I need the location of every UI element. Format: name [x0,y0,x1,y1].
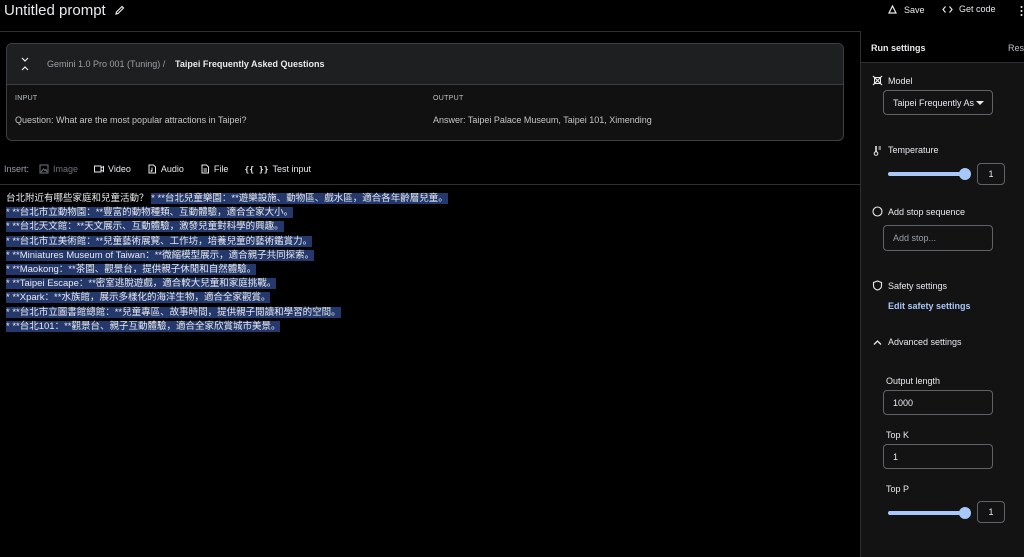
insert-audio-label: Audio [160,164,184,174]
temperature-input[interactable]: 1 [977,163,1005,185]
prompt-title[interactable]: Untitled prompt [4,2,106,19]
prompt-line: * **台北101：**觀景台、親子互動體驗，適合全家欣賞城市美景。 [6,320,448,334]
model-label: Model [888,76,913,86]
prompt-response-line: * **台北市立圖書館總館：**兒童專區、故事時間，提供親子閱讀和學習的空間。 [6,306,341,318]
top-k-input[interactable]: 1 [883,444,993,469]
video-icon [94,165,105,173]
prompt-response-line: * **Miniatures Museum of Taiwan：**微縮模型展示… [6,249,315,261]
output-cell[interactable]: Answer: Taipei Palace Museum, Taipei 101… [433,115,652,125]
prompt-response-line: * **台北101：**觀景台、親子互動體驗，適合全家欣賞城市美景。 [6,320,281,332]
prompt-response-line: * **台北市立美術館：**兒童藝術展覽、工作坊，培養兒童的藝術鑑賞力。 [6,235,313,247]
insert-file-label: File [213,164,229,174]
prompt-response-line: * **Taipei Escape：**密室逃脫遊戲，適合較大兒童和家庭挑戰。 [6,278,277,290]
prompt-response-line: * **Maokong：**茶園、觀景台，提供親子休閒和自然體驗。 [6,263,257,275]
get-code-label: Get code [959,4,996,14]
chevron-up-icon[interactable] [872,337,883,348]
output-length-input[interactable]: 1000 [883,390,993,415]
model-icon [872,75,883,86]
image-icon [39,164,49,174]
reset-tab[interactable]: Res [1008,43,1024,53]
temperature-label: Temperature [888,145,939,155]
chevron-down-icon [976,101,984,105]
insert-image-label: Image [53,164,79,174]
safety-settings-label: Safety settings [888,281,948,291]
save-icon [888,4,897,14]
temperature-slider-thumb[interactable] [959,168,971,180]
prompt-line: * **台北市立美術館：**兒童藝術展覽、工作坊，培養兒童的藝術鑑賞力。 [6,235,448,249]
stop-circle-icon [872,206,883,217]
top-p-slider-track[interactable] [888,511,966,515]
temperature-slider-track[interactable] [888,172,966,176]
more-vert-icon[interactable] [1019,4,1024,18]
prompt-line: * **Xpark：**水族館，展示多樣化的海洋生物，適合全家觀賞。 [6,291,448,305]
get-code-button[interactable]: Get code [942,4,996,14]
stop-sequence-input[interactable]: Add stop... [883,225,993,251]
insert-image-button[interactable]: Image [39,164,78,174]
edit-safety-settings-link[interactable]: Edit safety settings [888,301,971,311]
run-settings-title: Run settings [871,43,926,53]
insert-video-button[interactable]: Video [94,164,131,174]
model-select-value: Taipei Frequently As [893,97,975,108]
prompt-line: * **台北市立圖書館總館：**兒童專區、故事時間，提供親子閱讀和學習的空間。 [6,306,448,320]
test-input-label: Test input [272,164,312,174]
prompt-line: 台北附近有哪些家庭和兒童活動？ * **台北兒童樂園：**遊樂設施、動物區、戲水… [6,192,448,206]
prompt-question: 台北附近有哪些家庭和兒童活動？ [6,193,149,204]
stop-sequence-label: Add stop sequence [888,207,966,217]
braces-icon: {{ }} [244,164,269,174]
input-cell[interactable]: Question: What are the most popular attr… [15,115,246,125]
output-column-label: OUTPUT [433,95,464,102]
prompt-line: * **Maokong：**茶園、觀景台，提供親子休閒和自然體驗。 [6,263,448,277]
test-input-button[interactable]: {{ }} Test input [244,164,311,174]
save-button[interactable]: Save [887,4,925,15]
prompt-line: * **台北市立動物園：**豐富的動物種類、互動體驗，適合全家大小。 [6,206,448,220]
pencil-icon[interactable] [114,4,126,16]
prompt-response-line: * **Xpark：**水族館，展示多樣化的海洋生物，適合全家觀賞。 [6,292,271,304]
prompt-line: * **Taipei Escape：**密室逃脫遊戲，適合較大兒童和家庭挑戰。 [6,277,448,291]
thermometer-icon [873,146,881,156]
code-icon [942,5,953,13]
prompt-response-line: * **台北天文館：**天文展示、互動體驗，激發兒童對科學的興趣。 [6,221,284,233]
top-p-slider-thumb[interactable] [959,507,971,519]
input-column-label: INPUT [15,95,38,102]
output-length-value: 1000 [893,397,914,408]
example-card: Gemini 1.0 Pro 001 (Tuning) / Taipei Fre… [6,43,844,141]
breadcrumb-dataset: Taipei Frequently Asked Questions [175,59,325,69]
example-card-header: Gemini 1.0 Pro 001 (Tuning) / Taipei Fre… [7,44,843,85]
top-k-label: Top K [886,430,910,440]
audio-file-icon [148,164,156,174]
insert-audio-button[interactable]: Audio [147,164,184,174]
insert-video-label: Video [108,164,131,174]
advanced-settings-label[interactable]: Advanced settings [888,337,962,347]
stop-sequence-placeholder: Add stop... [893,233,937,243]
prompt-line: * **Miniatures Museum of Taiwan：**微縮模型展示… [6,249,448,263]
insert-file-button[interactable]: File [200,164,229,174]
prompt-response-line: * **台北市立動物園：**豐富的動物種類、互動體驗，適合全家大小。 [6,207,294,219]
insert-toolbar: Insert: Image Video Audio File {{ }} Tes… [4,163,327,175]
file-icon [201,164,209,174]
save-label: Save [904,4,925,15]
breadcrumb-model[interactable]: Gemini 1.0 Pro 001 (Tuning) / [47,59,165,69]
divider [0,31,860,32]
insert-label: Insert: [4,164,30,174]
prompt-editor[interactable]: 台北附近有哪些家庭和兒童活動？ * **台北兒童樂園：**遊樂設施、動物區、戲水… [6,192,448,334]
top-k-value: 1 [893,451,899,462]
top-p-label: Top P [886,484,910,494]
prompt-response-line: * **台北兒童樂園：**遊樂設施、動物區、戲水區，適合各年齡層兒童。 [151,193,448,204]
output-length-label: Output length [886,376,941,386]
prompt-line: * **台北天文館：**天文展示、互動體驗，激發兒童對科學的興趣。 [6,220,448,234]
divider [0,184,860,185]
top-bar: Untitled prompt Save Get code [0,0,1024,24]
shield-icon [872,280,883,291]
top-p-input[interactable]: 1 [977,501,1005,523]
collapse-icon[interactable] [19,57,31,71]
